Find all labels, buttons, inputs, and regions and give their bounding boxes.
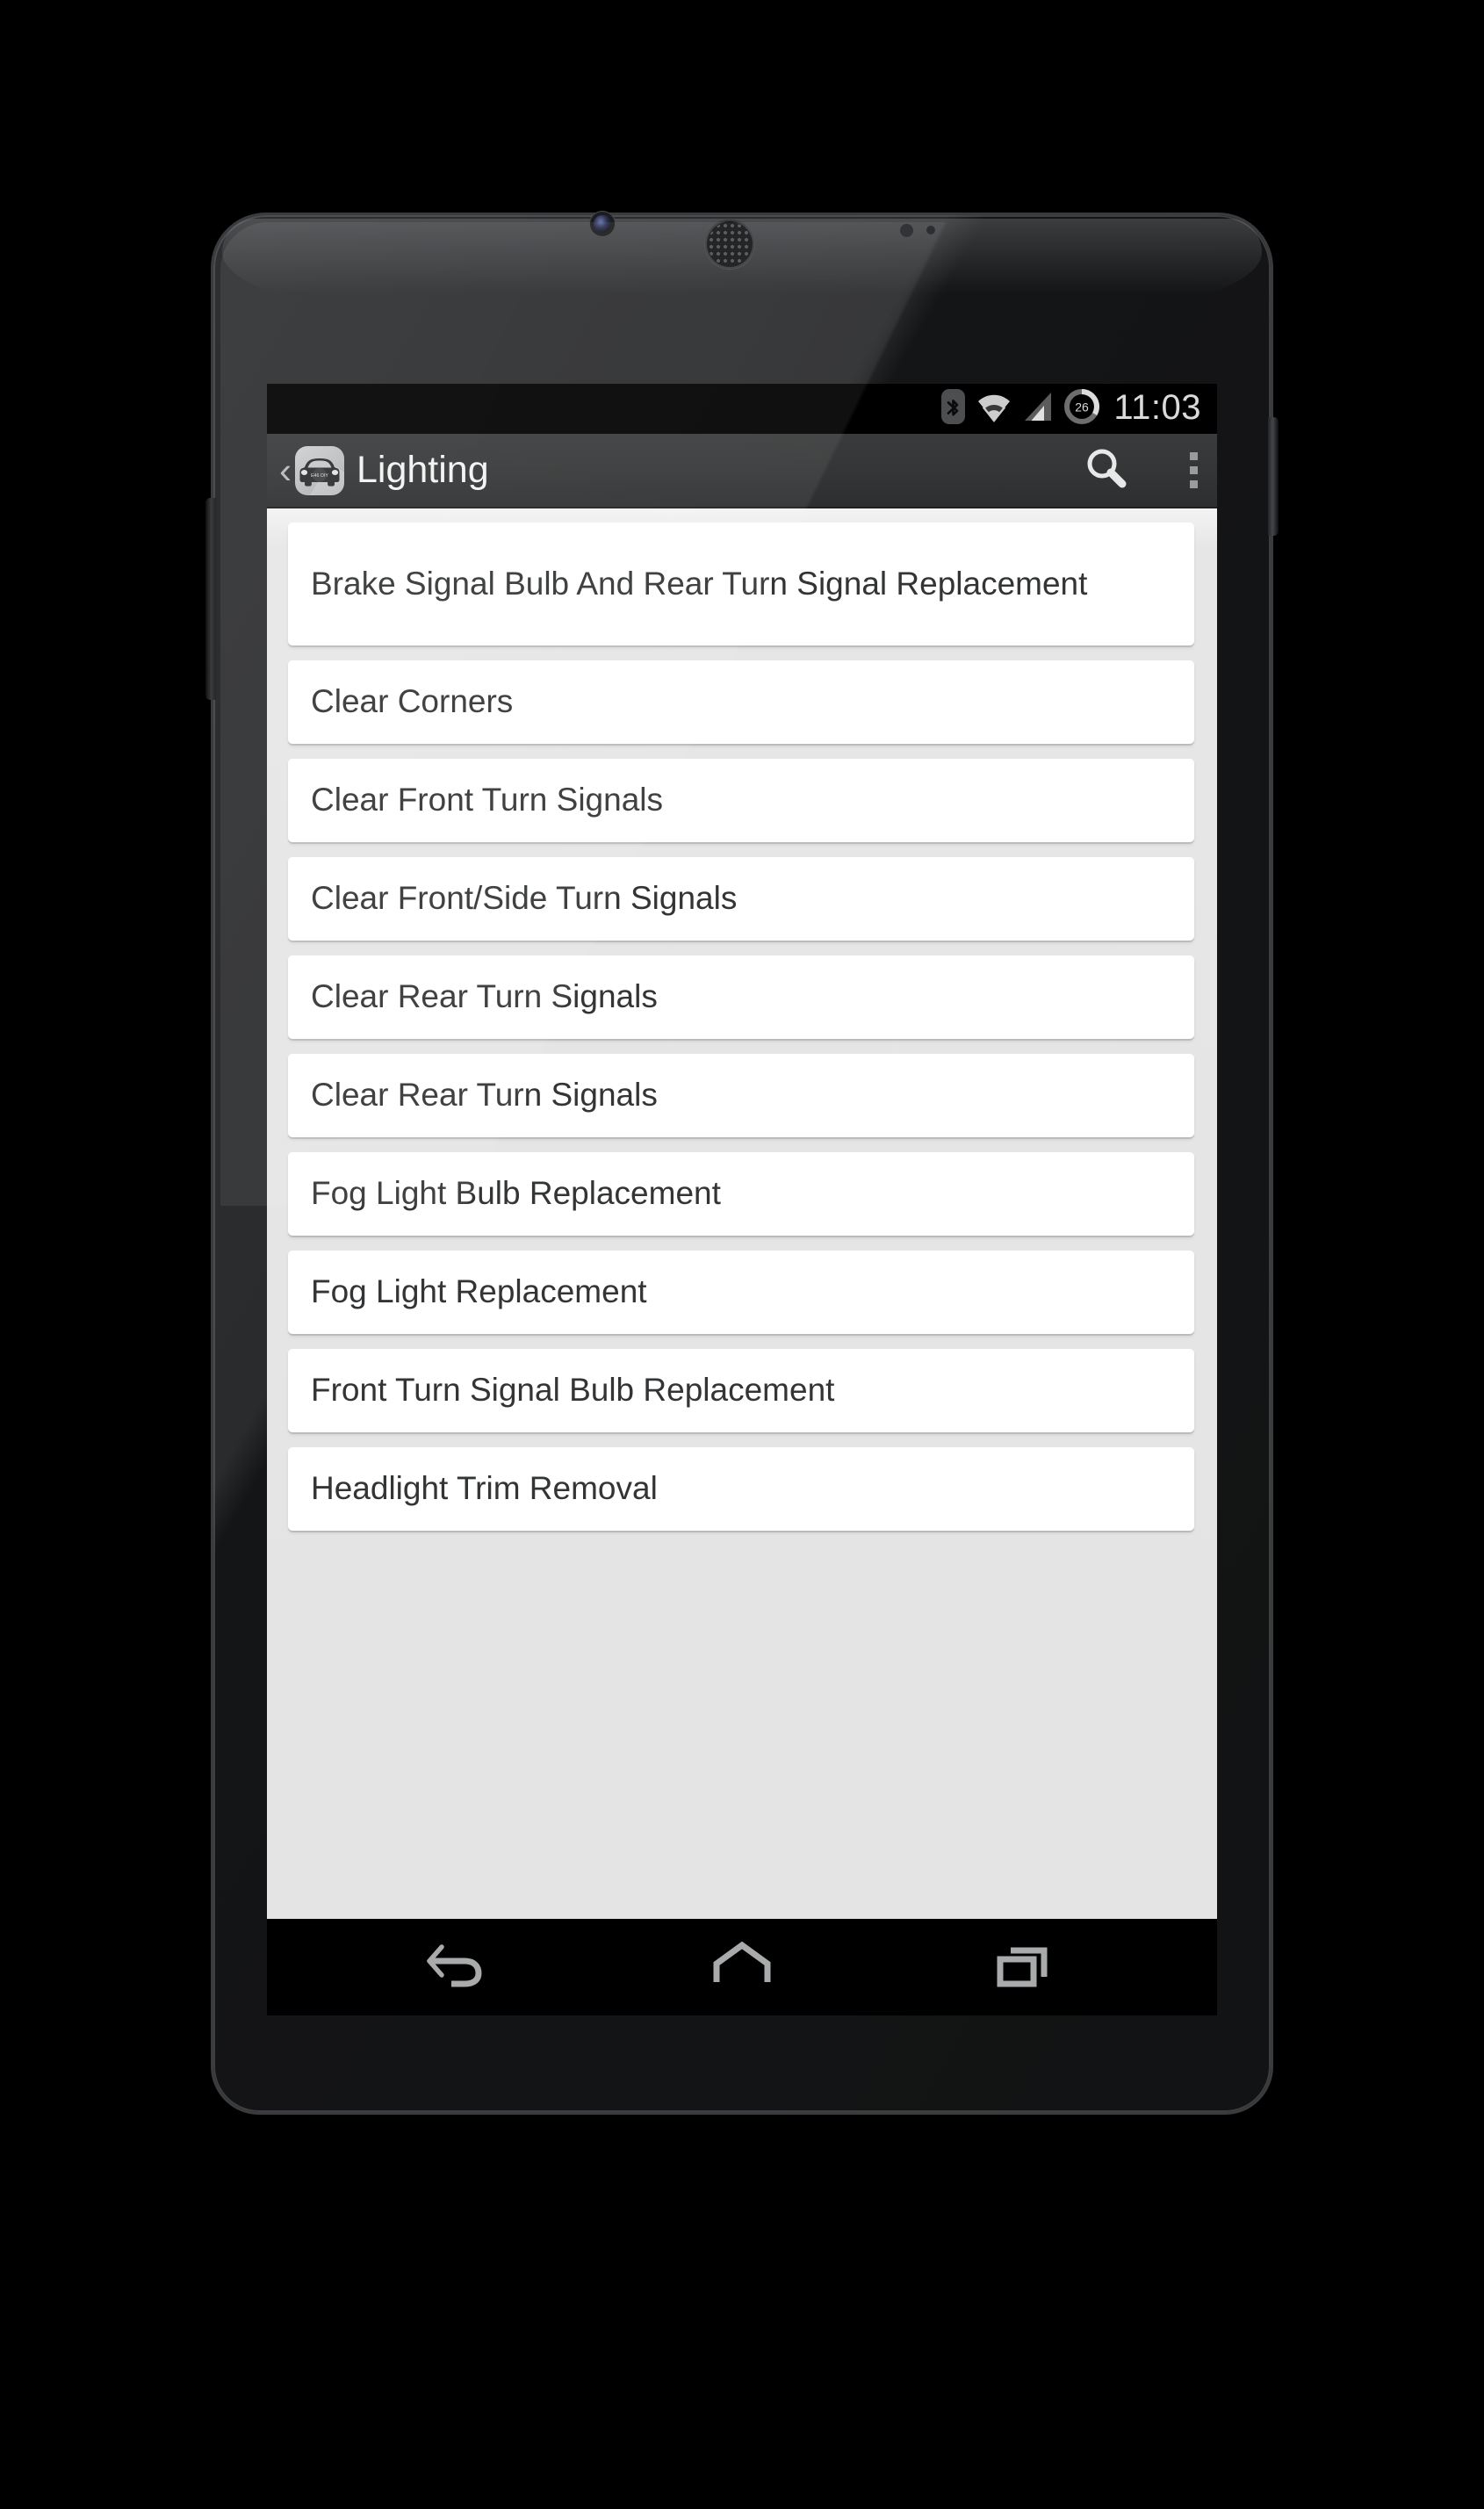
list-item-label: Brake Signal Bulb And Rear Turn Signal R… <box>311 565 1088 602</box>
car-icon-plate-text: E46 DIY <box>311 473 328 479</box>
list-item-label: Clear Front Turn Signals <box>311 782 664 818</box>
status-bar-clock: 11:03 <box>1113 387 1201 427</box>
car-app-icon[interactable]: E46 DIY <box>295 445 344 495</box>
bluetooth-icon <box>941 389 966 429</box>
screenshot-root: 26 11:03 ‹ E46 DIY Lighting Brake Signal… <box>0 0 1484 2509</box>
list-item[interactable]: Clear Rear Turn Signals <box>288 955 1194 1039</box>
volume-rocker-button[interactable] <box>205 498 216 700</box>
list-item-label: Front Turn Signal Bulb Replacement <box>311 1372 835 1409</box>
list-item-label: Clear Front/Side Turn Signals <box>311 880 738 917</box>
list-item[interactable]: Front Turn Signal Bulb Replacement <box>288 1349 1194 1432</box>
phone-screen: 26 11:03 ‹ E46 DIY Lighting Brake Signal… <box>267 384 1217 2015</box>
page-title: Lighting <box>357 449 489 491</box>
front-camera <box>594 215 611 233</box>
list-item-label: Clear Rear Turn Signals <box>311 978 658 1015</box>
list-item-label: Clear Corners <box>311 683 514 720</box>
battery-icon: 26 <box>1064 389 1100 429</box>
earpiece-speaker <box>705 220 754 269</box>
battery-level-text: 26 <box>1076 400 1090 415</box>
list-item[interactable]: Clear Front/Side Turn Signals <box>288 857 1194 941</box>
list-item[interactable]: Clear Rear Turn Signals <box>288 1054 1194 1137</box>
action-bar: ‹ E46 DIY Lighting <box>267 434 1217 508</box>
android-phone-device: 26 11:03 ‹ E46 DIY Lighting Brake Signal… <box>205 215 1279 2112</box>
home-button[interactable] <box>685 1919 799 2015</box>
list-item-label: Clear Rear Turn Signals <box>311 1077 658 1114</box>
back-chevron-icon[interactable]: ‹ <box>279 451 292 489</box>
lighting-procedure-list[interactable]: Brake Signal Bulb And Rear Turn Signal R… <box>267 508 1217 1919</box>
power-button[interactable] <box>1268 417 1279 536</box>
list-item[interactable]: Fog Light Bulb Replacement <box>288 1152 1194 1236</box>
list-item[interactable]: Clear Corners <box>288 660 1194 744</box>
proximity-sensor <box>900 224 913 237</box>
list-item[interactable]: Clear Front Turn Signals <box>288 759 1194 842</box>
status-bar: 26 11:03 <box>267 384 1217 434</box>
list-item-label: Fog Light Bulb Replacement <box>311 1175 721 1212</box>
list-item[interactable]: Headlight Trim Removal <box>288 1447 1194 1531</box>
list-item-label: Fog Light Replacement <box>311 1273 647 1310</box>
cellular-signal-icon <box>1023 391 1053 427</box>
action-bar-actions <box>1083 444 1198 496</box>
wifi-icon <box>976 391 1012 427</box>
back-button[interactable] <box>403 1919 517 2015</box>
car-glyph: E46 DIY <box>299 458 340 487</box>
overflow-menu-icon[interactable] <box>1190 452 1198 488</box>
list-item[interactable]: Fog Light Replacement <box>288 1251 1194 1334</box>
recents-button[interactable] <box>967 1919 1081 2015</box>
list-item-label: Headlight Trim Removal <box>311 1470 658 1507</box>
list-item[interactable]: Brake Signal Bulb And Rear Turn Signal R… <box>288 523 1194 645</box>
search-icon[interactable] <box>1083 444 1130 496</box>
ambient-light-sensor <box>926 226 935 234</box>
system-navigation-bar <box>267 1919 1217 2015</box>
